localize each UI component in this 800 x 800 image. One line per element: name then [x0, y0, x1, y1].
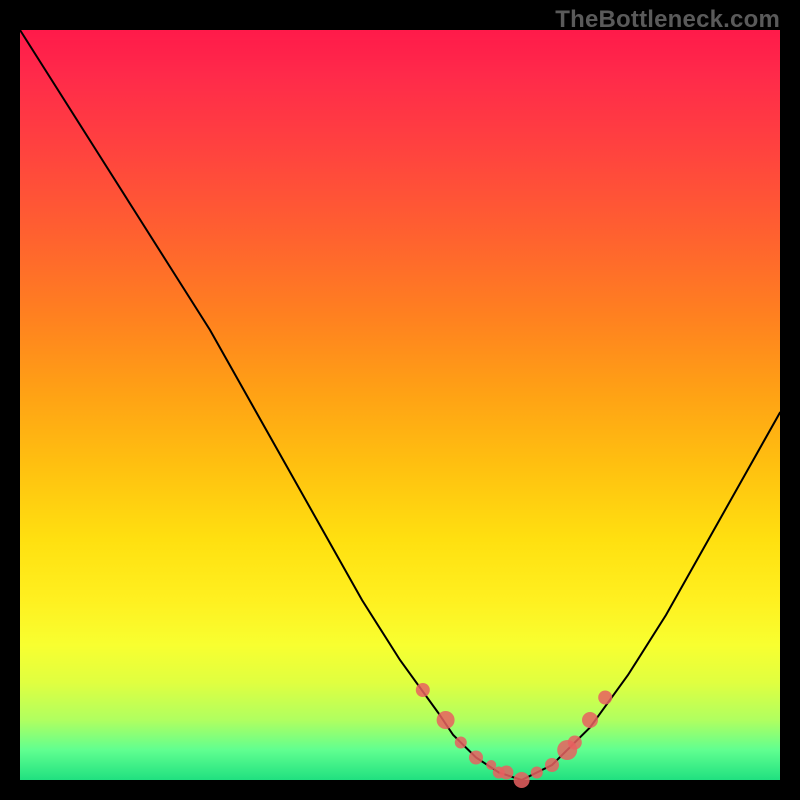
marker-dot: [568, 736, 582, 750]
marker-dot: [514, 772, 530, 788]
chart-svg: [20, 30, 780, 780]
plot-area: [20, 30, 780, 780]
marker-dot: [469, 751, 483, 765]
marker-dot: [455, 737, 467, 749]
marker-dot: [416, 683, 430, 697]
marker-dot: [598, 691, 612, 705]
chart-container: TheBottleneck.com: [0, 0, 800, 800]
marker-dot: [531, 767, 543, 779]
curve-path: [20, 30, 780, 780]
marker-dot: [582, 712, 598, 728]
marker-dot: [437, 711, 455, 729]
marker-dot: [545, 758, 559, 772]
marker-dot: [499, 766, 513, 780]
bottleneck-curve: [20, 30, 780, 780]
